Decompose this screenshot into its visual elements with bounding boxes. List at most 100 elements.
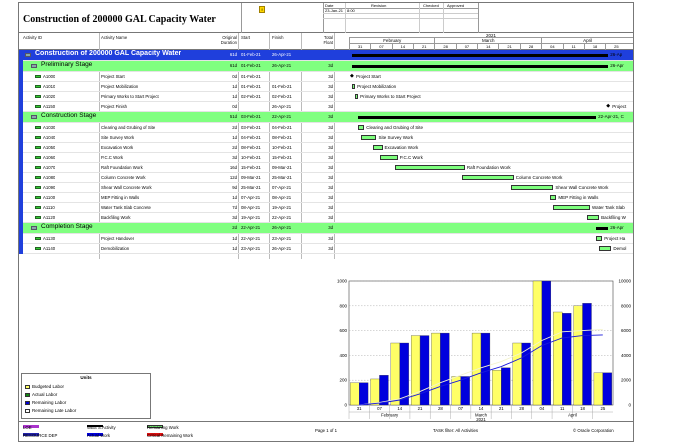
activity-bar-label: P.C.C Work bbox=[399, 155, 423, 160]
start-date: 25-Mar-21 bbox=[241, 185, 261, 190]
gantt-chart: 2021 February March April 31 07 14 21 28 07 14 21 2… bbox=[349, 33, 633, 259]
folder-icon bbox=[31, 115, 37, 119]
duration: 1d bbox=[232, 94, 237, 99]
activity-bar-label: Water Tank Slab bbox=[591, 205, 625, 210]
summary-bar[interactable] bbox=[358, 116, 597, 119]
activity-bar-label: Site Survey Work bbox=[378, 135, 414, 140]
timeline-week: 28 bbox=[434, 44, 455, 50]
duration: 2d bbox=[232, 225, 237, 230]
task-icon bbox=[35, 126, 41, 129]
milestone-icon[interactable]: ◆ bbox=[606, 103, 610, 109]
activity-bar[interactable] bbox=[358, 125, 365, 130]
activity-bar[interactable] bbox=[599, 246, 612, 251]
legend-actual: Actual Labor bbox=[25, 392, 57, 397]
total-float: 3d bbox=[328, 175, 333, 180]
histogram-bar-remaining bbox=[480, 332, 491, 406]
finish-date: 04-Feb-21 bbox=[272, 125, 292, 130]
activity-bar[interactable] bbox=[373, 145, 383, 150]
activity-bar[interactable] bbox=[553, 205, 590, 210]
x-tick-label: 25 bbox=[600, 406, 605, 411]
activity-name: Project Handover bbox=[101, 236, 135, 241]
activity-bar[interactable] bbox=[361, 135, 377, 140]
task-icon bbox=[35, 136, 41, 139]
activity-id: A1130 bbox=[43, 236, 56, 241]
activity-id: A1010 bbox=[43, 84, 56, 89]
col-activity-id[interactable]: Activity ID bbox=[23, 35, 42, 40]
x-tick-label: 14 bbox=[397, 406, 402, 411]
wbs-name: Construction Stage bbox=[41, 112, 97, 119]
task-icon bbox=[35, 196, 41, 199]
duration: 1d bbox=[232, 236, 237, 241]
activity-id: A1000 bbox=[43, 74, 56, 79]
summary-bar[interactable] bbox=[352, 54, 609, 57]
activity-name: Demobilization bbox=[101, 246, 130, 251]
summary-bar[interactable] bbox=[596, 227, 609, 230]
timeline-week: 28 bbox=[519, 44, 541, 50]
col-total-float[interactable]: Total Float bbox=[317, 35, 333, 45]
timeline-week: 21 bbox=[413, 44, 434, 50]
summary-bar[interactable] bbox=[352, 65, 609, 68]
col-orig-duration[interactable]: Original Duration bbox=[217, 35, 237, 45]
timeline-week: 07 bbox=[370, 44, 391, 50]
activity-bar-label: Project bbox=[612, 104, 627, 109]
activity-bar[interactable] bbox=[510, 185, 554, 190]
x-tick-label: 11 bbox=[560, 406, 565, 411]
duration: 1d bbox=[232, 84, 237, 89]
task-icon bbox=[35, 237, 41, 240]
legend-label: Budgeted Labor bbox=[32, 384, 65, 389]
activity-name: Site Survey Work bbox=[101, 135, 135, 140]
activity-bar-label: Clearing and Grubing of Site bbox=[366, 125, 424, 130]
activity-bar[interactable] bbox=[596, 236, 603, 241]
total-float: 3d bbox=[328, 63, 333, 68]
activity-bar[interactable] bbox=[352, 84, 356, 89]
warning-icon: ! bbox=[259, 6, 265, 13]
timeline-week: 18 bbox=[583, 44, 605, 50]
col-activity-name[interactable]: Activity Name bbox=[101, 35, 127, 40]
timeline-week: 14 bbox=[477, 44, 498, 50]
activity-bar[interactable] bbox=[394, 165, 465, 170]
legend-label: Actual Labor bbox=[32, 392, 58, 397]
duration: 12d bbox=[229, 175, 237, 180]
activity-bar[interactable] bbox=[355, 94, 359, 99]
start-date: 01-Feb-21 bbox=[241, 74, 261, 79]
activity-bar[interactable] bbox=[461, 175, 514, 180]
x-tick-label: 28 bbox=[519, 406, 524, 411]
col-finish[interactable]: Finish bbox=[272, 35, 283, 40]
histogram-bar-budgeted bbox=[553, 311, 563, 406]
milestone-icon[interactable]: ◆ bbox=[350, 73, 354, 79]
total-float: 3d bbox=[328, 246, 333, 251]
activity-bar-label: Raft Foundation Work bbox=[466, 165, 511, 170]
start-date: 04-Feb-21 bbox=[241, 135, 261, 140]
total-float: 3d bbox=[328, 195, 333, 200]
activity-bar[interactable] bbox=[379, 155, 398, 160]
total-float: 3d bbox=[328, 104, 333, 109]
task-icon bbox=[35, 206, 41, 209]
activity-name: Project Mobilization bbox=[101, 84, 139, 89]
activity-id: A1100 bbox=[43, 195, 56, 200]
folder-icon bbox=[31, 226, 37, 230]
histogram-bar-remaining bbox=[602, 372, 612, 406]
activity-name: Project Start bbox=[101, 74, 125, 79]
task-icon bbox=[35, 85, 41, 88]
finish-date: 10-Feb-21 bbox=[272, 145, 292, 150]
left-tick-label: 0 bbox=[344, 403, 347, 408]
duration: 61d bbox=[229, 63, 237, 68]
legend-swatch bbox=[25, 408, 30, 413]
timeline-week: 31 bbox=[349, 44, 370, 50]
activity-bar-label: Demol bbox=[613, 246, 627, 251]
activity-name: P.C.C Work bbox=[101, 155, 124, 160]
start-date: 22-Apr-21 bbox=[241, 225, 261, 230]
wbs-name: Construction of 200000 GAL Capacity Wate… bbox=[35, 50, 182, 57]
right-tick-label: 2000 bbox=[621, 378, 632, 383]
activity-id: A1050 bbox=[43, 145, 56, 150]
timeline-week: 04 bbox=[541, 44, 562, 50]
folder-icon bbox=[31, 64, 37, 68]
activity-bar[interactable] bbox=[550, 195, 557, 200]
legend-label: Remaining Late Labor bbox=[32, 408, 77, 413]
col-start[interactable]: Start bbox=[241, 35, 250, 40]
timeline-week: 11 bbox=[562, 44, 584, 50]
left-tick-label: 600 bbox=[339, 328, 347, 333]
finish-date: 08-Apr-21 bbox=[272, 195, 292, 200]
activity-bar[interactable] bbox=[586, 215, 600, 220]
x-tick-label: 28 bbox=[438, 406, 443, 411]
